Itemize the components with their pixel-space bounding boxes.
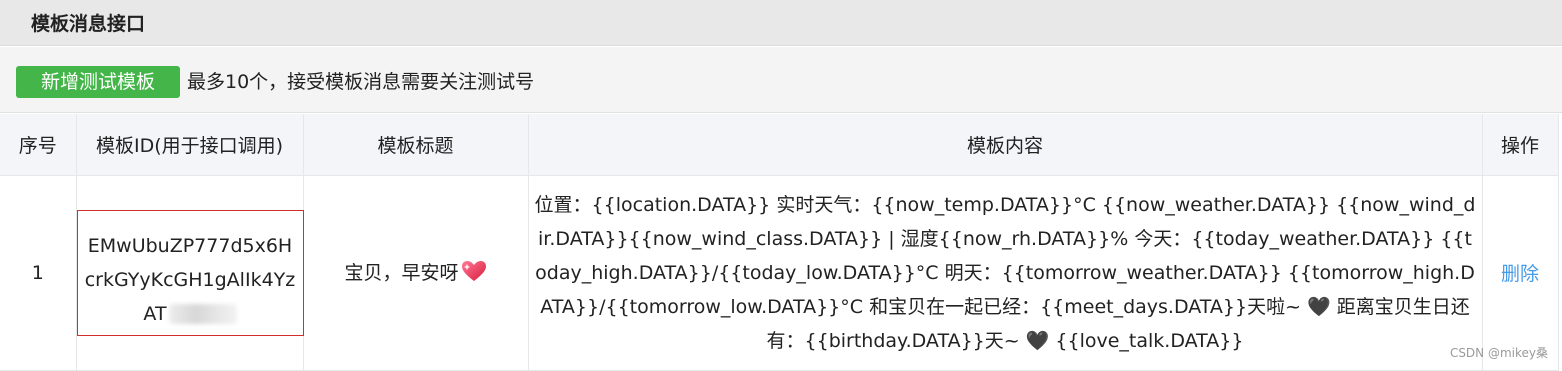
table-header-row: 序号 模板ID(用于接口调用) 模板标题 模板内容 操作 (0, 114, 1559, 176)
column-header-index: 序号 (0, 114, 77, 176)
column-header-title: 模板标题 (302, 114, 529, 176)
template-id-cell: EMwUbuZP777d5x6H crkGYyKcGH1gAlIk4Yz AT (75, 174, 304, 371)
redacted-blur (168, 304, 237, 324)
delete-link[interactable]: 删除 (1501, 263, 1539, 285)
column-header-content: 模板内容 (527, 114, 1483, 176)
template-id-line-tail: AT (143, 302, 167, 325)
toolbar-hint: 最多10个，接受模板消息需要关注测试号 (187, 71, 535, 93)
panel-title: 模板消息接口 (0, 0, 1562, 46)
column-header-template-id: 模板ID(用于接口调用) (75, 114, 304, 176)
table-row: 1 EMwUbuZP777d5x6H crkGYyKcGH1gAlIk4Yz A… (0, 174, 1559, 371)
add-test-template-button[interactable]: 新增测试模板 (16, 66, 180, 98)
sparkling-heart-icon (461, 260, 487, 287)
column-header-action: 操作 (1481, 114, 1559, 176)
template-id-line: crkGYyKcGH1gAlIk4Yz (84, 268, 296, 291)
template-title: 宝贝，早安呀 (344, 262, 459, 284)
template-table: 序号 模板ID(用于接口调用) 模板标题 模板内容 操作 1 EMwUbuZP7… (0, 114, 1559, 371)
template-id-highlight[interactable]: EMwUbuZP777d5x6H crkGYyKcGH1gAlIk4Yz AT (76, 209, 304, 336)
action-cell: 删除 (1481, 174, 1559, 371)
template-message-panel: 模板消息接口 新增测试模板 最多10个，接受模板消息需要关注测试号 序号 模板I… (0, 0, 1562, 371)
toolbar: 新增测试模板 最多10个，接受模板消息需要关注测试号 (0, 47, 1562, 113)
row-index: 1 (0, 174, 77, 371)
template-title-cell: 宝贝，早安呀 (302, 174, 529, 371)
watermark: CSDN @mikey桑 (1449, 346, 1548, 360)
template-id-line: AT (78, 297, 303, 331)
template-content: 位置：{{location.DATA}} 实时天气：{{now_temp.DAT… (527, 174, 1483, 371)
template-id-line: EMwUbuZP777d5x6H (87, 234, 293, 257)
